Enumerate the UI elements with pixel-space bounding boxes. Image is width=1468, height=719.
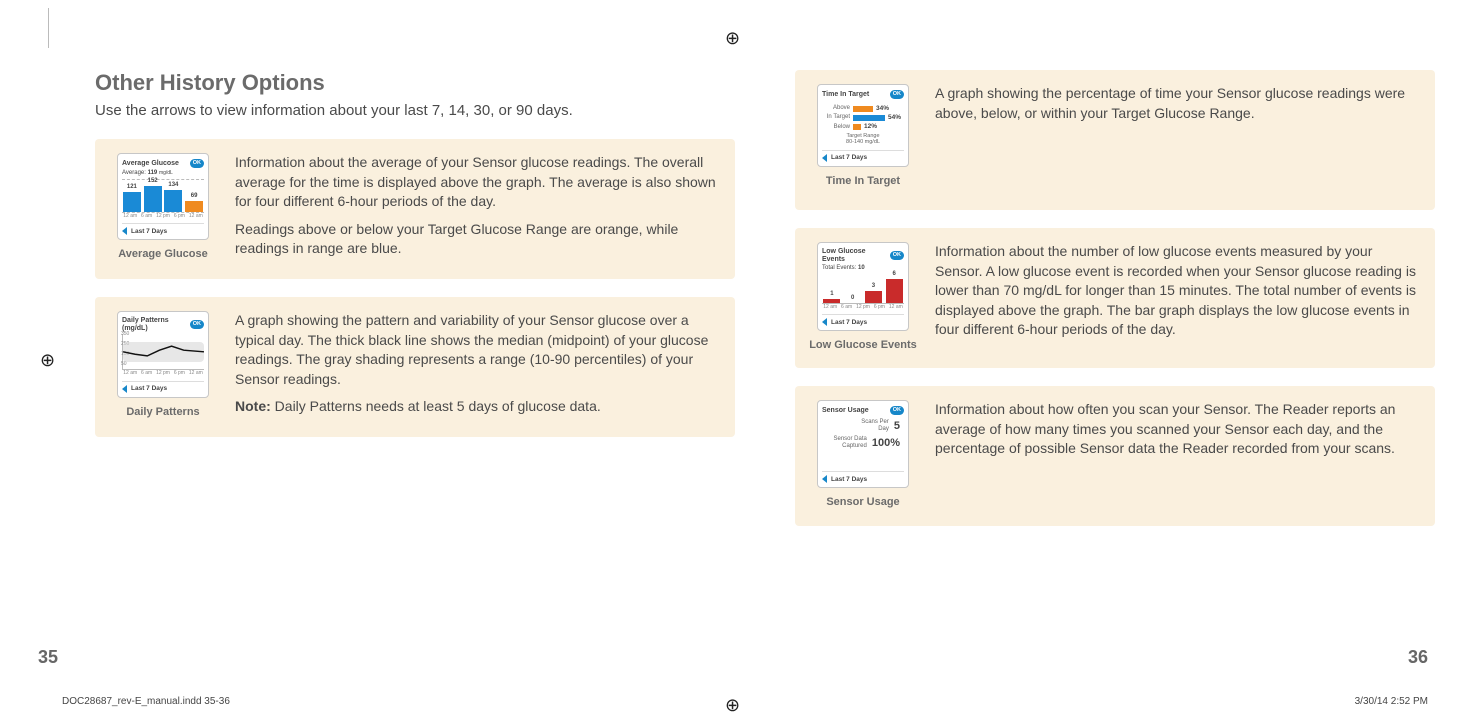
avg-glucose-bars: 121 152 134 69 xyxy=(122,179,204,213)
tit-row-above: Above 34% xyxy=(822,105,904,112)
thumb-footer-label: Last 7 Days xyxy=(831,319,867,326)
page-number-left: 35 xyxy=(38,647,58,668)
thumb-footer: Last 7 Days xyxy=(822,314,904,326)
desc-average-glucose: Information about the average of your Se… xyxy=(235,153,717,259)
thumb-column: Sensor Usage OK Scans Per Day 5 Sensor D… xyxy=(809,400,917,508)
thumb-footer-label: Last 7 Days xyxy=(131,385,167,392)
tit-row-in-target: In Target 54% xyxy=(822,114,904,121)
thumb-card-average-glucose: Average Glucose OK Average: 119 mg/dL 12… xyxy=(117,153,209,240)
registration-mark-icon: ⊕ xyxy=(40,350,55,371)
page-subtitle: Use the arrows to view information about… xyxy=(95,102,735,119)
desc-sensor-usage: Information about how often you scan you… xyxy=(935,400,1417,459)
sensor-usage-row-captured: Sensor Data Captured 100% xyxy=(822,436,900,449)
thumb-title: Low Glucose Events xyxy=(822,248,890,263)
page-number-right: 36 xyxy=(1408,647,1428,668)
thumb-column: Time In Target OK Above 34% In Target 54… xyxy=(809,84,917,187)
footer-doc: DOC28687_rev-E_manual.indd 35-36 xyxy=(62,696,230,707)
sensor-usage-row-scans: Scans Per Day 5 xyxy=(822,419,900,432)
thumb-column: Daily Patterns (mg/dL) OK 350 250 150 50… xyxy=(109,311,217,418)
thumb-card-low-glucose: Low Glucose Events OK Total Events: 10 1… xyxy=(817,242,909,331)
prev-arrow-icon[interactable] xyxy=(822,154,827,162)
thumb-title: Sensor Usage xyxy=(822,407,869,415)
crop-rule xyxy=(48,8,49,48)
thumb-caption: Time In Target xyxy=(826,175,900,187)
section-low-glucose: Low Glucose Events OK Total Events: 10 1… xyxy=(795,228,1435,368)
desc-daily-patterns: A graph showing the pattern and variabil… xyxy=(235,311,717,417)
thumb-caption: Low Glucose Events xyxy=(809,339,917,351)
desc-low-glucose: Information about the number of low gluc… xyxy=(935,242,1417,340)
thumb-header: Sensor Usage OK xyxy=(822,406,904,415)
thumb-title: Time In Target xyxy=(822,91,869,99)
ok-button[interactable]: OK xyxy=(190,320,204,329)
thumb-footer: Last 7 Days xyxy=(122,223,204,235)
thumb-caption: Sensor Usage xyxy=(826,496,899,508)
thumb-footer-label: Last 7 Days xyxy=(831,154,867,161)
thumb-column: Average Glucose OK Average: 119 mg/dL 12… xyxy=(109,153,217,260)
x-axis-ticks: 12 am6 am12 pm6 pm12 am xyxy=(122,214,204,220)
print-footer: DOC28687_rev-E_manual.indd 35-36 3/30/14… xyxy=(62,696,1428,707)
prev-arrow-icon[interactable] xyxy=(822,475,827,483)
thumb-title: Daily Patterns (mg/dL) xyxy=(122,317,190,332)
ok-button[interactable]: OK xyxy=(190,159,204,168)
daily-patterns-chart: 350 250 150 50 xyxy=(122,334,204,370)
thumb-average-line: Average: 119 mg/dL xyxy=(122,170,204,177)
low-glucose-bars: 1 0 3 6 xyxy=(822,274,904,304)
ok-button[interactable]: OK xyxy=(890,406,904,415)
registration-mark-icon: ⊕ xyxy=(725,28,740,49)
ok-button[interactable]: OK xyxy=(890,90,904,99)
page-right: Time In Target OK Above 34% In Target 54… xyxy=(795,70,1435,544)
thumb-caption: Average Glucose xyxy=(118,248,207,260)
thumb-footer: Last 7 Days xyxy=(822,150,904,162)
thumb-footer: Last 7 Days xyxy=(122,381,204,393)
ok-button[interactable]: OK xyxy=(890,251,904,260)
thumb-column: Low Glucose Events OK Total Events: 10 1… xyxy=(809,242,917,351)
thumb-header: Low Glucose Events OK xyxy=(822,248,904,263)
thumb-header: Average Glucose OK xyxy=(122,159,204,168)
page-left: Other History Options Use the arrows to … xyxy=(95,70,735,455)
section-sensor-usage: Sensor Usage OK Scans Per Day 5 Sensor D… xyxy=(795,386,1435,526)
thumb-caption: Daily Patterns xyxy=(126,406,199,418)
x-axis-ticks: 12 am6 am12 pm6 pm12 am xyxy=(822,305,904,311)
target-range-line: Target Range 80-140 mg/dL xyxy=(822,133,904,145)
footer-date: 3/30/14 2:52 PM xyxy=(1355,696,1428,707)
thumb-card-sensor-usage: Sensor Usage OK Scans Per Day 5 Sensor D… xyxy=(817,400,909,488)
prev-arrow-icon[interactable] xyxy=(122,385,127,393)
section-daily-patterns: Daily Patterns (mg/dL) OK 350 250 150 50… xyxy=(95,297,735,437)
thumb-footer: Last 7 Days xyxy=(822,471,904,483)
prev-arrow-icon[interactable] xyxy=(822,318,827,326)
thumb-title: Average Glucose xyxy=(122,160,179,168)
thumb-header: Time In Target OK xyxy=(822,90,904,99)
page-title: Other History Options xyxy=(95,70,735,96)
x-axis-ticks: 12 am6 am12 pm6 pm12 am xyxy=(122,371,204,377)
thumb-footer-label: Last 7 Days xyxy=(131,228,167,235)
thumb-card-daily-patterns: Daily Patterns (mg/dL) OK 350 250 150 50… xyxy=(117,311,209,398)
thumb-header: Daily Patterns (mg/dL) OK xyxy=(122,317,204,332)
desc-time-in-target: A graph showing the percentage of time y… xyxy=(935,84,1417,123)
section-average-glucose: Average Glucose OK Average: 119 mg/dL 12… xyxy=(95,139,735,279)
prev-arrow-icon[interactable] xyxy=(122,227,127,235)
thumb-footer-label: Last 7 Days xyxy=(831,476,867,483)
section-time-in-target: Time In Target OK Above 34% In Target 54… xyxy=(795,70,1435,210)
thumb-card-time-in-target: Time In Target OK Above 34% In Target 54… xyxy=(817,84,909,167)
tit-row-below: Below 12% xyxy=(822,123,904,130)
